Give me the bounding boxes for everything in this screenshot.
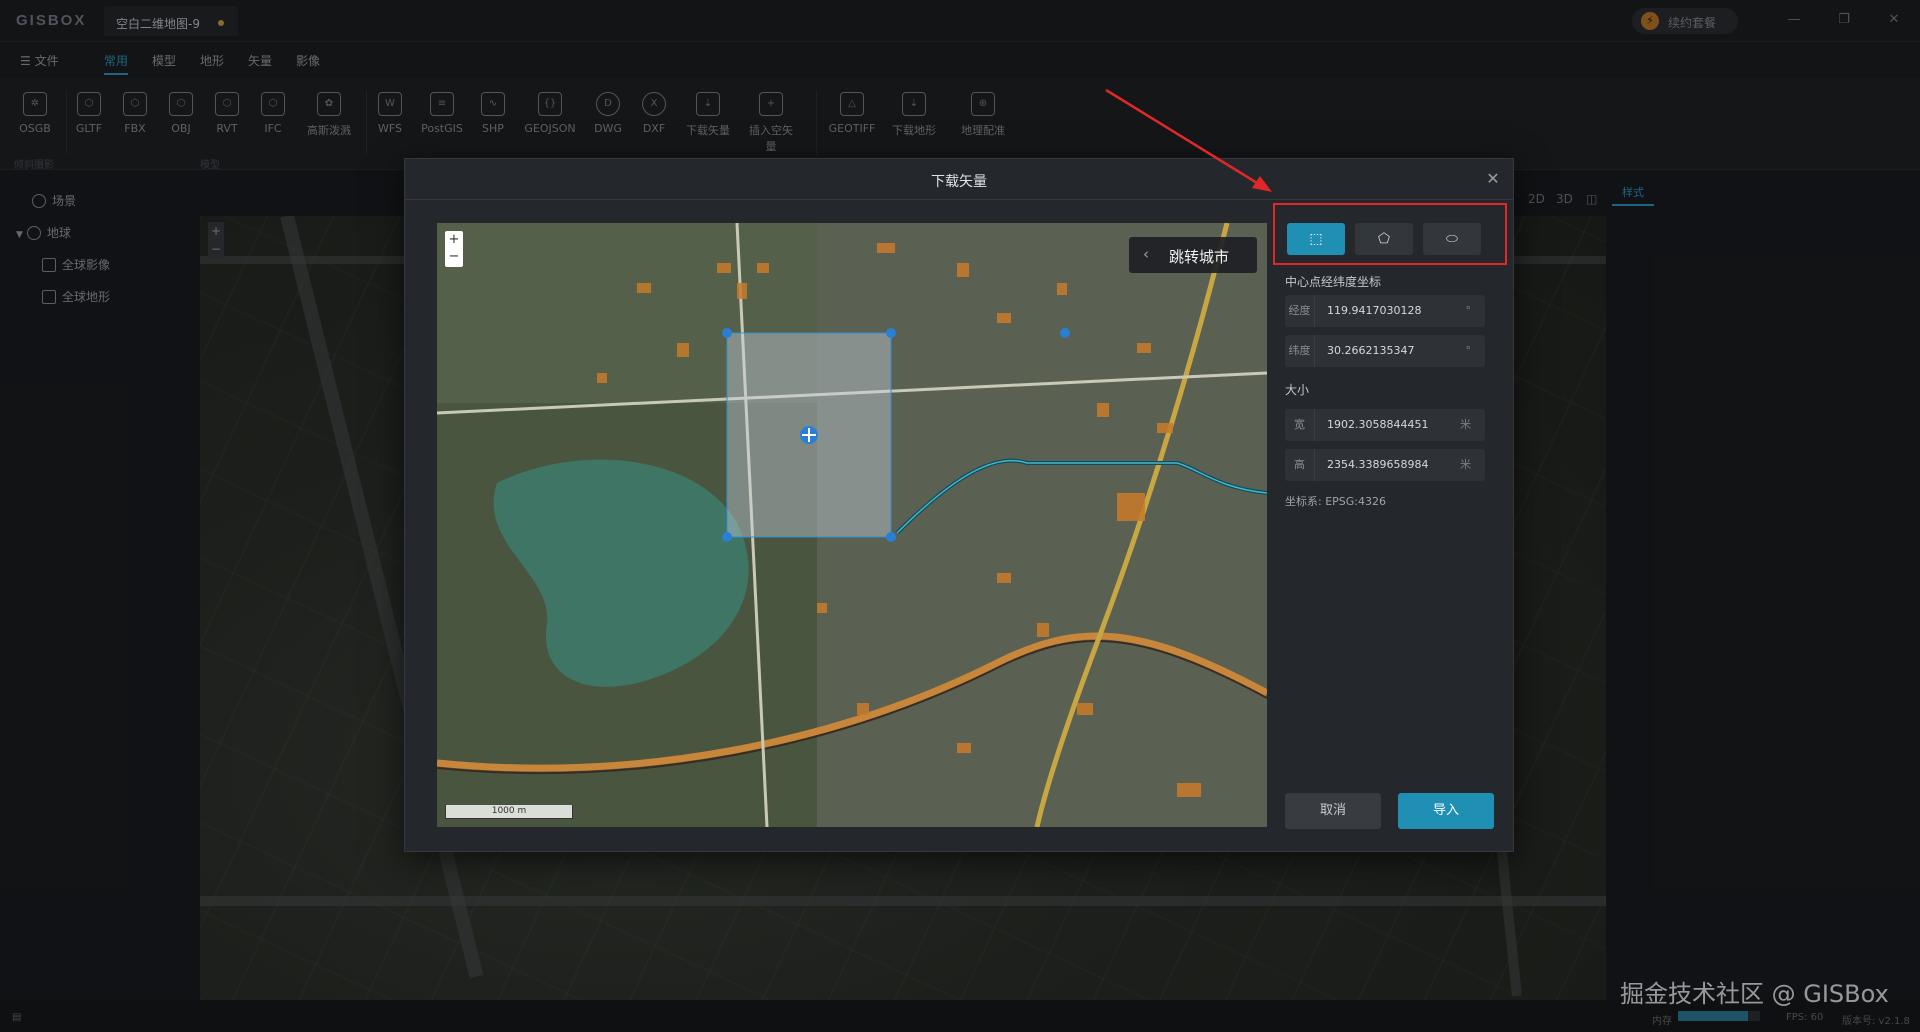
map-zoom-control[interactable]: + − — [445, 231, 463, 267]
height-value: 2354.3389658984 — [1327, 458, 1429, 471]
degree-icon: ° — [1465, 344, 1472, 357]
dialog-title: 下载矢量 — [931, 174, 987, 190]
longitude-label: 经度 — [1285, 295, 1315, 327]
divider — [405, 199, 1513, 200]
download-vector-dialog: 下载矢量 ✕ + − ‹ 跳转城市 1000 m ⬚ ⬠ ⬭ 中心点经纬度坐标 … — [404, 158, 1514, 852]
latitude-value: 30.2662135347 — [1327, 344, 1415, 357]
latitude-label: 纬度 — [1285, 335, 1315, 367]
rectangle-mode-button[interactable]: ⬚ — [1287, 223, 1345, 255]
width-value: 1902.3058844451 — [1327, 418, 1429, 431]
crs-label: 坐标系: EPSG:4326 — [1285, 495, 1386, 508]
width-unit: 米 — [1460, 418, 1471, 431]
height-field[interactable]: 高 2354.3389658984 米 — [1285, 449, 1485, 481]
satellite-map-graphic — [437, 223, 1267, 827]
polygon-mode-button[interactable]: ⬠ — [1355, 223, 1413, 255]
map-scale-bar: 1000 m — [445, 805, 573, 819]
chevron-left-icon: ‹ — [1143, 245, 1149, 263]
selection-map[interactable]: + − ‹ 跳转城市 1000 m — [437, 223, 1267, 827]
jump-city-label: 跳转城市 — [1169, 248, 1230, 266]
degree-icon: ° — [1465, 304, 1472, 317]
cancel-button[interactable]: 取消 — [1285, 793, 1381, 829]
latitude-field[interactable]: 纬度 30.2662135347 ° — [1285, 335, 1485, 367]
rectangle-select-icon: ⬚ — [1309, 231, 1323, 247]
freeform-mode-button[interactable]: ⬭ — [1423, 223, 1481, 255]
size-label: 大小 — [1285, 383, 1310, 397]
longitude-value: 119.9417030128 — [1327, 304, 1422, 317]
polygon-select-icon: ⬠ — [1377, 231, 1391, 247]
longitude-field[interactable]: 经度 119.9417030128 ° — [1285, 295, 1485, 327]
import-button[interactable]: 导入 — [1398, 793, 1494, 829]
center-coordinate-label: 中心点经纬度坐标 — [1285, 275, 1382, 289]
jump-city-button[interactable]: ‹ 跳转城市 — [1129, 237, 1257, 273]
freeform-select-icon: ⬭ — [1446, 231, 1458, 247]
height-label: 高 — [1285, 449, 1315, 481]
height-unit: 米 — [1460, 458, 1471, 471]
close-icon[interactable]: ✕ — [1483, 169, 1503, 189]
width-label: 宽 — [1285, 409, 1315, 441]
width-field[interactable]: 宽 1902.3058844451 米 — [1285, 409, 1485, 441]
